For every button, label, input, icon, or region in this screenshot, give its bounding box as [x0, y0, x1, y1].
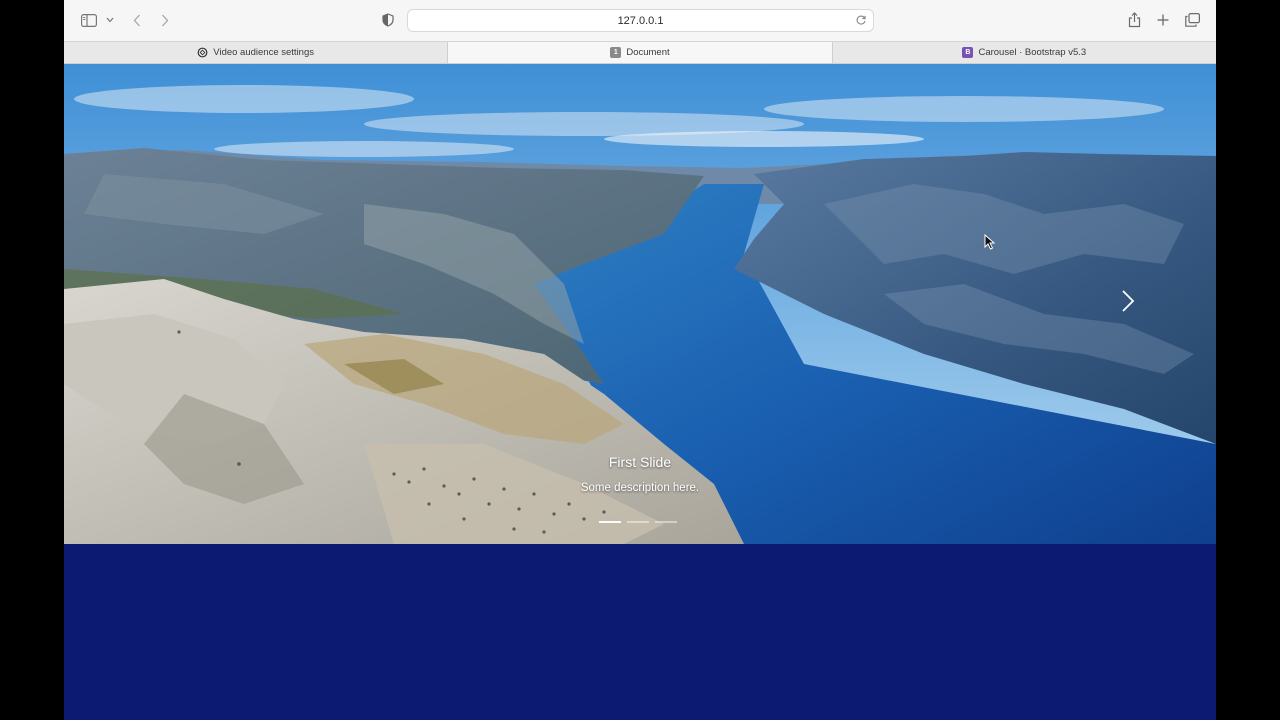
tab-overview-icon[interactable]	[1184, 12, 1201, 28]
indicator-slide-3[interactable]	[655, 521, 677, 523]
chevron-down-icon[interactable]	[105, 15, 115, 25]
browser-window: 127.0.0.1 Video audience settings 1 Docu…	[64, 0, 1216, 720]
indicator-slide-2[interactable]	[627, 521, 649, 523]
address-text: 127.0.0.1	[617, 14, 664, 27]
tab-label: Carousel · Bootstrap v5.3	[978, 47, 1087, 58]
tab-carousel-bootstrap[interactable]: B Carousel · Bootstrap v5.3	[833, 42, 1216, 63]
tab-label: Video audience settings	[213, 47, 315, 58]
browser-toolbar: 127.0.0.1	[64, 0, 1216, 41]
address-bar[interactable]: 127.0.0.1	[407, 9, 874, 32]
mouse-cursor-icon	[984, 234, 996, 250]
chevron-right-icon	[1122, 290, 1135, 312]
document-favicon-icon: 1	[610, 47, 622, 58]
carousel-prev-button[interactable]	[128, 286, 152, 316]
reload-icon[interactable]	[855, 14, 869, 28]
new-tab-icon[interactable]	[1155, 12, 1171, 28]
share-icon[interactable]	[1126, 11, 1142, 29]
privacy-shield-icon[interactable]	[381, 12, 395, 28]
caption-text: Some description here.	[580, 482, 700, 494]
tab-bar: Video audience settings 1 Document B Car…	[64, 41, 1216, 64]
slide-image	[64, 64, 1216, 544]
page-background	[64, 544, 1216, 720]
tab-video-audience-settings[interactable]: Video audience settings	[64, 42, 449, 63]
bootstrap-icon: B	[962, 47, 974, 58]
carousel-indicators	[599, 521, 677, 523]
indicator-slide-1[interactable]	[599, 521, 621, 523]
tab-document[interactable]: 1 Document	[448, 42, 833, 63]
tab-label: Document	[626, 47, 670, 58]
openai-icon	[197, 47, 208, 58]
carousel-next-button[interactable]	[1116, 286, 1140, 316]
back-icon[interactable]	[130, 12, 144, 28]
caption-title: First Slide	[608, 454, 672, 470]
carousel: First Slide Some description here.	[64, 64, 1216, 544]
forward-icon[interactable]	[158, 12, 172, 28]
sidebar-toggle-icon[interactable]	[80, 12, 98, 28]
